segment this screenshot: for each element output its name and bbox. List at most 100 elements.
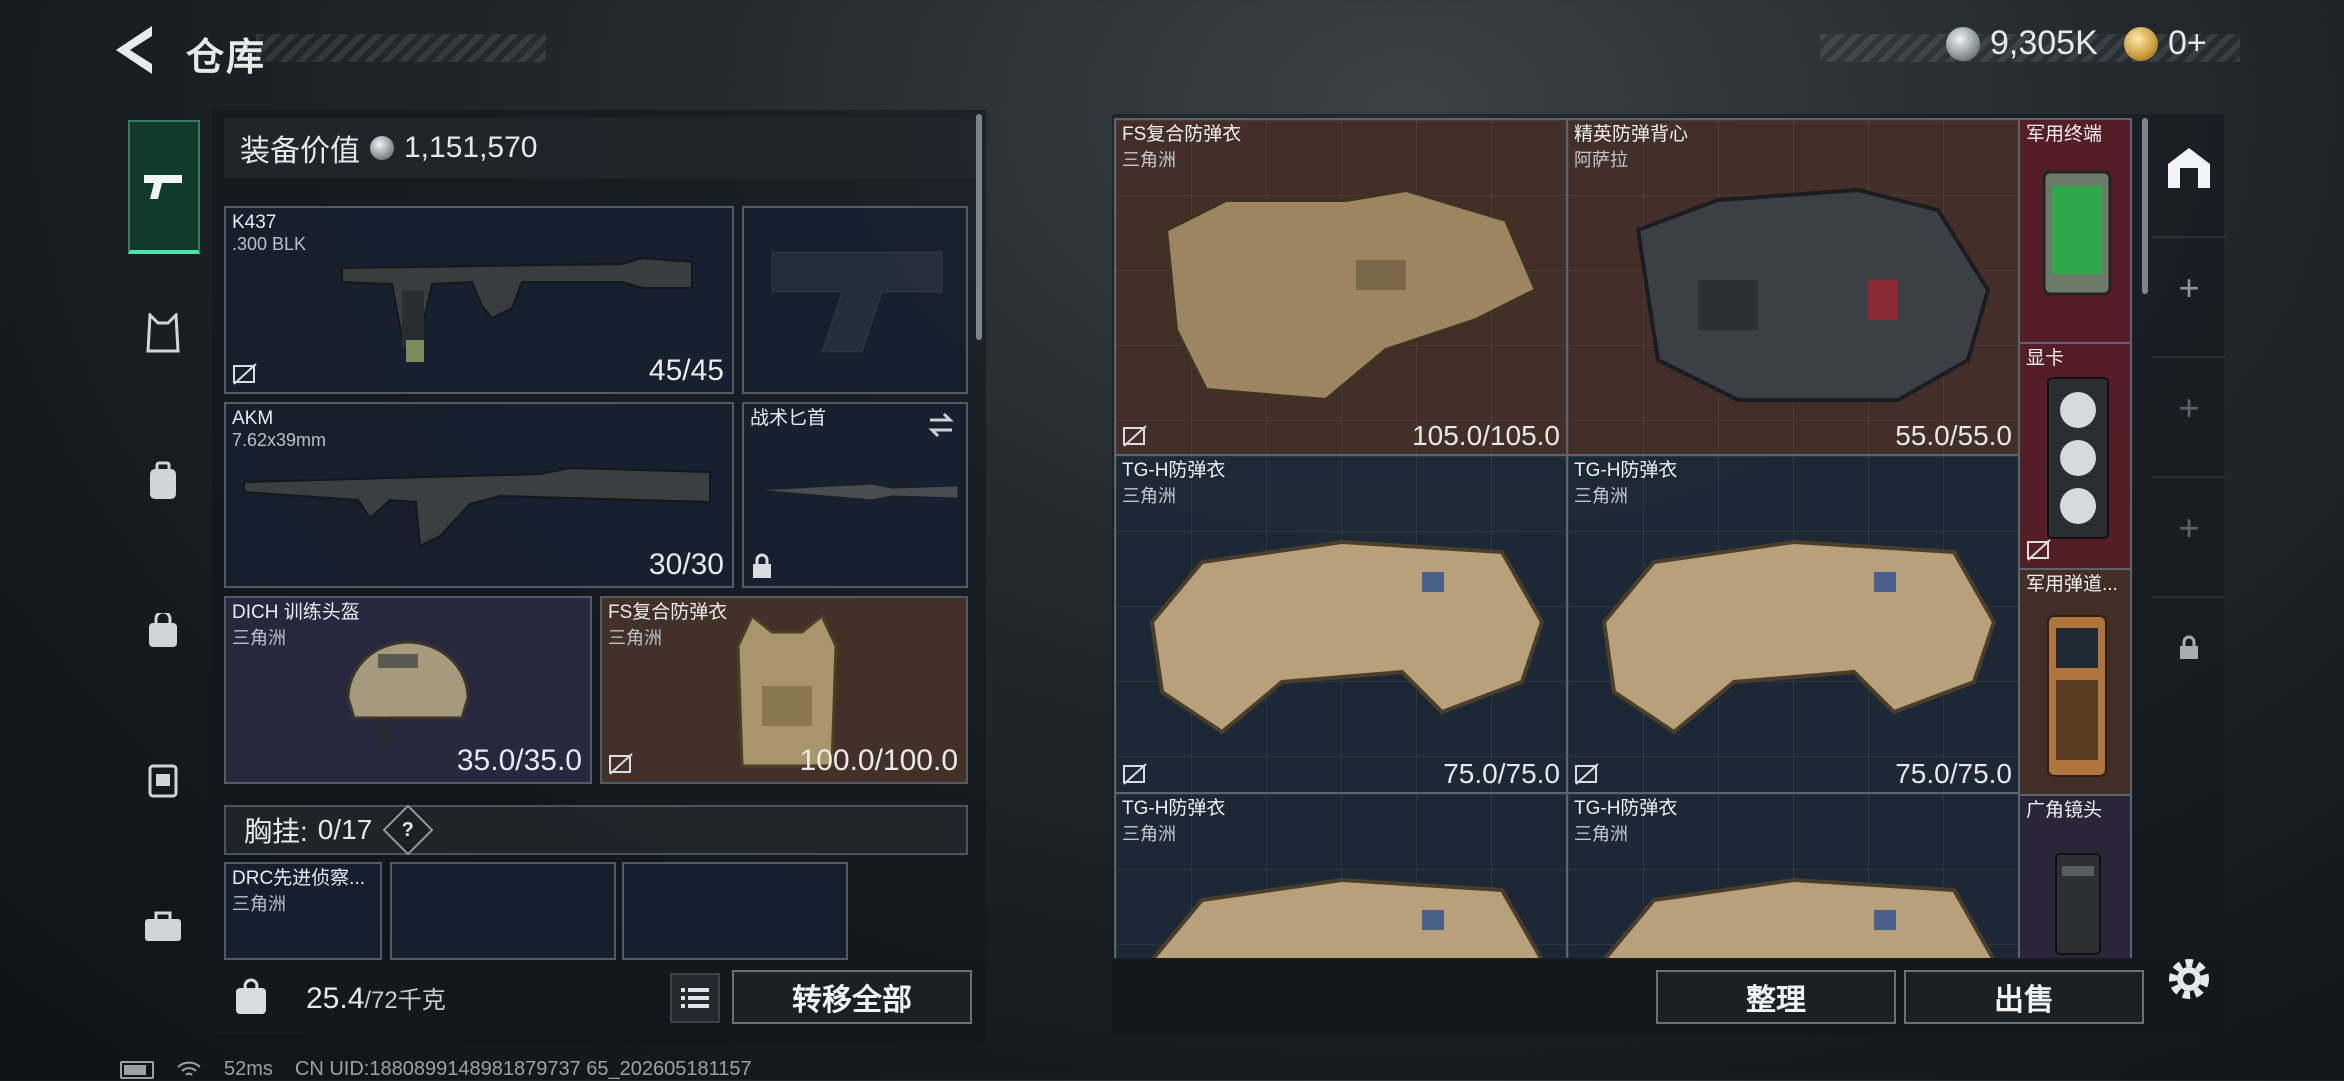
slot-name: 战术匕首 — [750, 408, 827, 429]
slot-durability: 35.0/35.0 — [456, 744, 582, 777]
storage-item[interactable]: 军用终端 — [2018, 118, 2132, 344]
slot-sub: 三角洲 — [232, 894, 286, 914]
item-durability: 75.0/75.0 — [1895, 758, 2012, 789]
lock-icon — [753, 553, 771, 578]
transfer-all-button[interactable]: 转移全部 — [732, 970, 972, 1024]
storage-tab-add-2[interactable]: + — [2152, 356, 2226, 458]
storage-icon — [2168, 148, 2210, 188]
slot-secondary-weapon[interactable]: AKM 7.62x39mm 30/30 — [224, 402, 734, 588]
slot-name: FS复合防弹衣 — [608, 602, 728, 623]
chest-rig-slot-1[interactable]: DRC先进侦察... 三角洲 — [224, 862, 382, 960]
chest-rig-slot-3[interactable] — [622, 862, 848, 960]
chest-rig-label: 胸挂: — [244, 816, 308, 847]
rail-item-bag[interactable] — [128, 596, 198, 666]
item-sub: 三角洲 — [1122, 150, 1176, 170]
rail-item-backpack[interactable] — [128, 446, 198, 516]
uid-text: CN UID:1880899148981879737 65_2026051811… — [294, 1058, 752, 1080]
slot-sub: 三角洲 — [608, 628, 662, 648]
slot-pistol[interactable] — [742, 206, 968, 394]
item-name: 军用终端 — [2026, 124, 2103, 145]
title-stripe — [256, 34, 546, 62]
slot-helmet[interactable]: DICH 训练头盔 三角洲 35.0/35.0 — [224, 596, 592, 784]
rail-item-weapons[interactable] — [128, 120, 200, 254]
weight-capacity: /72千克 — [364, 987, 446, 1014]
silver-coin-icon — [370, 136, 394, 160]
lens-image — [2055, 853, 2101, 955]
currency-gold[interactable]: 0+ — [2124, 24, 2207, 63]
list-icon — [681, 988, 709, 1008]
currency-silver[interactable]: 9,305K — [1946, 24, 2098, 63]
vest-image — [1601, 539, 1997, 735]
storage-scrollbar[interactable] — [2142, 118, 2148, 294]
vest-image — [1635, 187, 1991, 402]
slot-sub: .300 BLK — [232, 234, 307, 254]
storage-tab-main[interactable] — [2152, 118, 2226, 218]
bag-icon — [149, 613, 177, 647]
back-arrow-icon — [116, 26, 152, 74]
equipment-value-label: 装备价值 — [240, 135, 360, 168]
item-name: TG-H防弹衣 — [1122, 798, 1226, 819]
chest-rig-slot-2[interactable] — [390, 862, 616, 960]
no-insure-icon — [1123, 425, 1147, 447]
sell-button[interactable]: 出售 — [1904, 970, 2144, 1024]
help-button[interactable]: ? — [382, 804, 434, 856]
storage-item[interactable]: TG-H防弹衣 三角洲 — [1114, 792, 1568, 960]
storage-item[interactable]: 精英防弹背心 阿萨拉 55.0/55.0 — [1566, 118, 2020, 456]
slot-durability: 100.0/100.0 — [799, 744, 958, 777]
item-name: TG-H防弹衣 — [1574, 460, 1678, 481]
settings-gear-icon[interactable] — [2162, 952, 2216, 1006]
gpu-image — [2047, 377, 2109, 539]
weight-readout: 25.4/72千克 — [306, 980, 446, 1016]
storage-tab-locked[interactable] — [2152, 596, 2226, 698]
storage-item[interactable]: TG-H防弹衣 三角洲 — [1566, 792, 2020, 960]
lock-icon — [2180, 635, 2198, 659]
battery-icon — [120, 1060, 154, 1079]
rail-item-toolbox[interactable] — [128, 892, 198, 962]
swap-icon[interactable] — [926, 412, 956, 438]
storage-item[interactable]: FS复合防弹衣 三角洲 105.0/105.0 — [1114, 118, 1568, 456]
equipment-value: 1,151,570 — [404, 131, 538, 164]
slot-name: DRC先进侦察... — [232, 868, 366, 889]
pistol-icon — [144, 175, 182, 199]
sort-button[interactable]: 整理 — [1656, 970, 1896, 1024]
storage-tab-add-1[interactable]: + — [2152, 236, 2226, 338]
gold-coin-icon — [2124, 26, 2158, 61]
no-insure-icon — [1575, 763, 1599, 785]
vest-image — [1601, 877, 1997, 960]
slot-melee[interactable]: 战术匕首 — [742, 402, 968, 588]
item-durability: 75.0/75.0 — [1443, 758, 1560, 789]
help-icon: ? — [402, 818, 415, 841]
rail-item-armor[interactable] — [128, 298, 198, 368]
item-durability: 55.0/55.0 — [1895, 420, 2012, 451]
list-view-button[interactable] — [670, 973, 720, 1023]
backpack-icon — [150, 461, 176, 499]
no-insure-icon — [2027, 539, 2051, 561]
slot-primary-weapon[interactable]: K437 .300 BLK 45/45 — [224, 206, 734, 394]
storage-item[interactable]: TG-H防弹衣 三角洲 75.0/75.0 — [1566, 454, 2020, 794]
rail-item-chest-rig[interactable] — [128, 744, 198, 814]
back-button[interactable] — [112, 24, 162, 76]
no-insure-icon — [233, 363, 257, 385]
storage-tab-add-3[interactable]: + — [2152, 476, 2226, 578]
knife-image — [755, 483, 959, 501]
currency-silver-value: 9,305K — [1990, 24, 2098, 62]
slot-armor[interactable]: FS复合防弹衣 三角洲 100.0/100.0 — [600, 596, 968, 784]
storage-item[interactable]: TG-H防弹衣 三角洲 75.0/75.0 — [1114, 454, 1568, 794]
item-sub: 阿萨拉 — [1574, 150, 1628, 170]
slot-sub: 三角洲 — [232, 628, 286, 648]
storage-item[interactable]: 广角镜头 — [2018, 794, 2132, 960]
storage-item[interactable]: 军用弹道... — [2018, 568, 2132, 796]
device-status-bar: 52ms CN UID:1880899148981879737 65_20260… — [120, 1058, 752, 1081]
equipment-scrollbar[interactable] — [976, 114, 982, 340]
item-name: TG-H防弹衣 — [1574, 798, 1678, 819]
item-durability: 105.0/105.0 — [1412, 420, 1560, 451]
chest-rig-header: 胸挂: 0/17 ? — [224, 804, 968, 856]
item-sub: 三角洲 — [1122, 486, 1176, 506]
slot-durability: 30/30 — [648, 548, 724, 581]
vest-image — [1149, 539, 1545, 735]
storage-item[interactable]: 显卡 — [2018, 342, 2132, 570]
silver-coin-icon — [1946, 26, 1980, 61]
item-sub: 三角洲 — [1574, 824, 1628, 844]
chest-rig-icon — [148, 764, 178, 798]
currency-gold-value: 0+ — [2168, 24, 2207, 62]
